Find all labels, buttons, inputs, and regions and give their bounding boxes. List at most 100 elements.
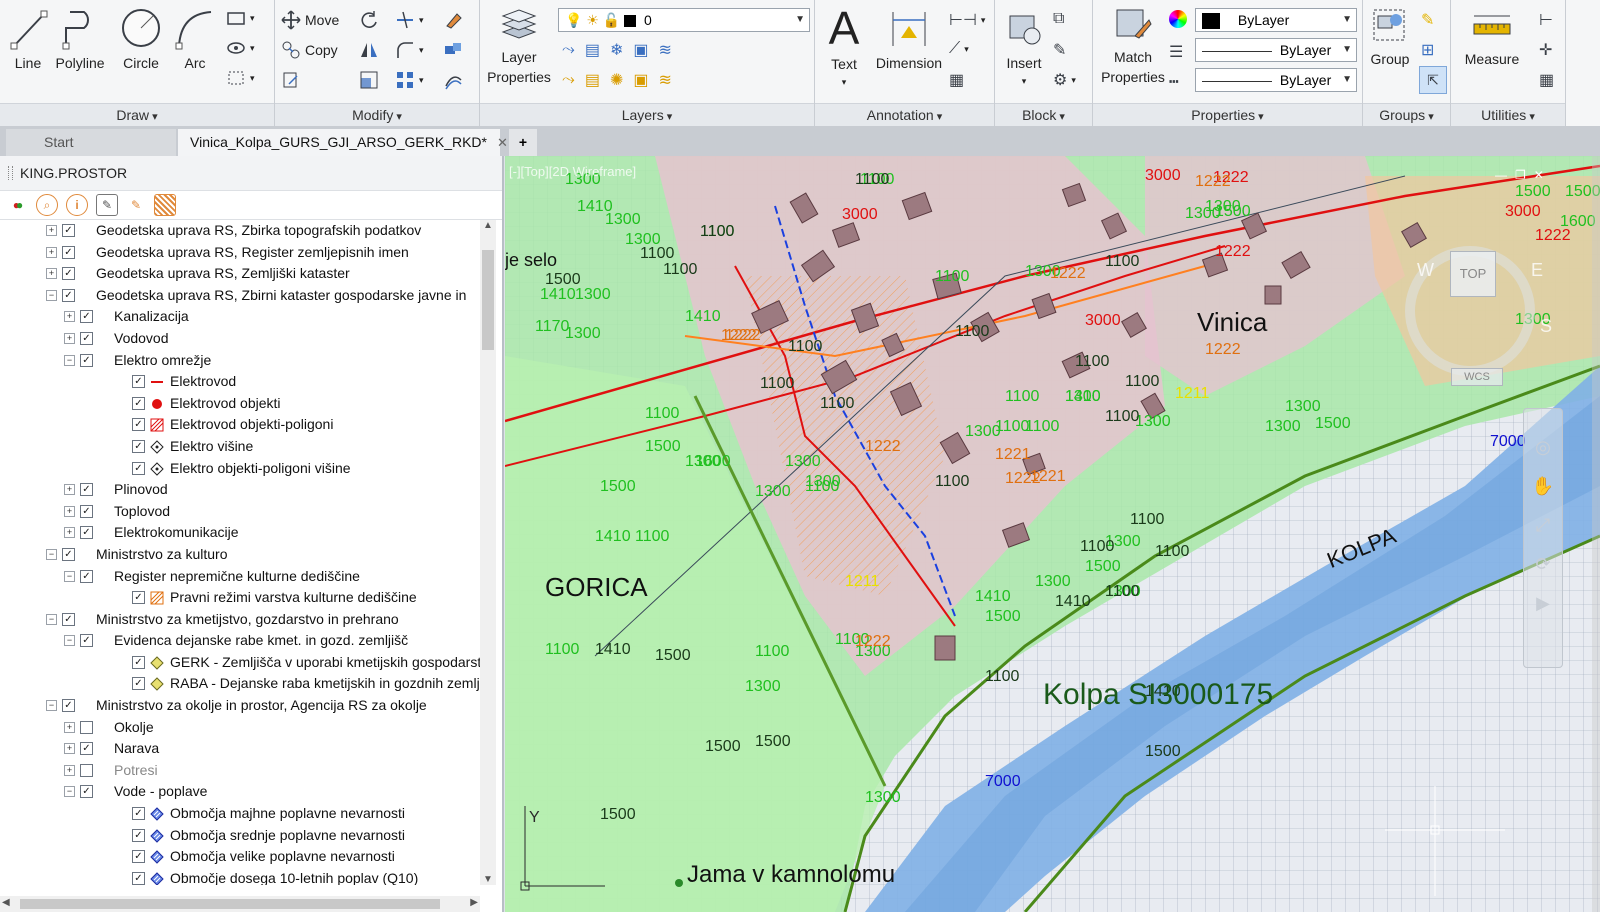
layer-checkbox[interactable]: ✓ — [132, 807, 145, 821]
utilities-panel-title[interactable]: Utilities — [1451, 103, 1565, 126]
steering-wheel-icon[interactable]: ◎ — [1535, 437, 1551, 458]
layer-checkbox[interactable]: ✓ — [132, 828, 145, 842]
layer-on-icon[interactable]: ⤳ — [562, 71, 575, 89]
layer-checkbox[interactable]: ✓ — [80, 504, 93, 518]
scroll-left-icon[interactable]: ◀ — [2, 897, 10, 908]
style-edit-icon[interactable]: ✎ — [126, 195, 146, 215]
viewcube-top-face[interactable]: TOP — [1450, 251, 1496, 297]
ungroup-button[interactable]: ✎ — [1421, 10, 1434, 30]
expand-icon[interactable]: + — [64, 743, 75, 755]
layer-checkbox[interactable]: ✓ — [62, 267, 75, 281]
group-edit-button[interactable]: ⊞ — [1421, 40, 1434, 60]
text-tool-button[interactable]: A Text ▾ — [821, 2, 867, 88]
circle-tool-button[interactable]: Circle — [116, 6, 166, 71]
layer-isolate-icon[interactable]: ▤ — [585, 40, 600, 60]
rectangle-tool-button[interactable]: ▾ — [226, 10, 255, 26]
layer-checkbox[interactable]: ✓ — [80, 310, 93, 324]
leader-button[interactable]: ⟋ ▾ — [949, 40, 969, 58]
pan-hand-icon[interactable]: ✋ — [1532, 476, 1554, 497]
tree-row[interactable]: − ✓ Evidenca dejanske rabe kmet. in gozd. … — [0, 630, 480, 652]
tree-row[interactable]: + ✓ Narava — [0, 738, 480, 760]
layer-checkbox[interactable]: ✓ — [132, 375, 145, 389]
linear-dim-button[interactable]: ⊢⊣ ▾ — [949, 10, 985, 30]
attribute-button[interactable]: ⚙ ▾ — [1053, 70, 1076, 90]
layer-checkbox[interactable] — [80, 720, 93, 734]
table-button[interactable]: ▦ — [949, 70, 964, 90]
layer-thaw-icon[interactable]: ✺ — [610, 70, 623, 90]
viewport-controls-label[interactable]: [-][Top][2D Wireframe] — [509, 164, 636, 179]
tree-row[interactable]: ✓ Območja srednje poplavne nevarnosti — [0, 825, 480, 847]
move-button[interactable]: Move — [281, 10, 339, 30]
fillet-button[interactable]: ▾ — [395, 40, 424, 60]
layer-checkbox[interactable]: ✓ — [80, 634, 93, 648]
layer-checkbox[interactable]: ✓ — [132, 591, 145, 605]
arc-tool-button[interactable]: Arc — [172, 6, 218, 71]
tree-row[interactable]: + ✓ Vodovod — [0, 328, 480, 350]
scale-button[interactable] — [359, 70, 379, 90]
tree-row[interactable]: − ✓ Ministrstvo za kulturo — [0, 544, 480, 566]
group-selection-button[interactable]: ⇱ — [1419, 66, 1447, 94]
expand-icon[interactable]: + — [64, 311, 75, 323]
layer-checkbox[interactable]: ✓ — [80, 483, 93, 497]
tree-row[interactable]: + ✓ Geodetska uprava RS, Register zemljepi… — [0, 242, 480, 264]
tree-row[interactable]: ✓ Elektrovod — [0, 371, 480, 393]
mirror-button[interactable] — [359, 40, 379, 60]
modify-panel-title[interactable]: Modify — [275, 103, 479, 126]
expand-icon[interactable]: + — [64, 332, 75, 344]
hatch-pattern-icon[interactable] — [154, 194, 176, 216]
scroll-right-icon[interactable]: ▶ — [470, 897, 478, 908]
edit-block-button[interactable]: ✎ — [1053, 40, 1066, 60]
layer-checkbox[interactable]: ✓ — [62, 288, 75, 302]
tree-row[interactable]: ✓ Elektro objekti-poligoni višine — [0, 458, 480, 480]
new-tab-button[interactable]: + — [509, 129, 537, 156]
linetype-dropdown[interactable]: ByLayer — [1195, 68, 1357, 92]
viewport-close-icon[interactable]: ✕ — [1534, 168, 1544, 182]
hatch-tool-button[interactable]: ▾ — [226, 40, 255, 56]
tree-row[interactable]: ✓ Območja majhne poplavne nevarnosti — [0, 803, 480, 825]
point-button[interactable]: ✛ — [1539, 40, 1552, 60]
viewcube[interactable]: TOP W E S — [1395, 236, 1552, 386]
expand-icon[interactable]: + — [46, 225, 57, 236]
layer-checkbox[interactable]: ✓ — [62, 245, 75, 259]
tree-row[interactable]: − ✓ Geodetska uprava RS, Zbirni kataster g… — [0, 285, 480, 307]
tree-row[interactable]: − ✓ Vode - poplave — [0, 781, 480, 803]
expand-icon[interactable]: + — [64, 505, 75, 517]
tree-row[interactable]: ✓ Območje dosega 10-letnih poplav (Q10) — [0, 868, 480, 885]
tree-row[interactable]: + ✓ Plinovod — [0, 479, 480, 501]
array-button[interactable]: ▾ — [395, 70, 424, 90]
tree-row[interactable]: ✓ RABA - Dejanske raba kmetijskih in gozd… — [0, 673, 480, 695]
viewport-vertical-scroll[interactable] — [1592, 156, 1600, 912]
dimension-tool-button[interactable]: Dimension — [871, 6, 947, 71]
expand-icon[interactable]: + — [46, 246, 57, 258]
tree-row[interactable]: ✓ Elektrovod objekti — [0, 393, 480, 415]
collapse-icon[interactable]: − — [64, 635, 75, 647]
layer-dropdown[interactable]: 💡 ☀ 🔓 0 — [558, 8, 810, 32]
tree-row[interactable]: + ✓ Elektrokomunikacije — [0, 522, 480, 544]
calculator-button[interactable]: ▦ — [1539, 70, 1554, 90]
stretch-button[interactable] — [281, 70, 301, 90]
layers-toggle-icon[interactable]: ● ● — [8, 195, 28, 215]
copy-button[interactable]: Copy — [281, 40, 338, 60]
layer-unisolate-icon[interactable]: ▤ — [585, 70, 600, 90]
hscroll-thumb[interactable] — [20, 899, 440, 909]
info-icon[interactable]: i — [66, 194, 88, 216]
layer-checkbox[interactable]: ✓ — [80, 526, 93, 540]
layer-checkbox[interactable]: ✓ — [132, 418, 145, 432]
tree-row[interactable]: − ✓ Ministrstvo za kmetijstvo, gozdarstvo … — [0, 609, 480, 631]
scroll-up-icon[interactable]: ▲ — [483, 220, 493, 231]
expand-icon[interactable]: + — [46, 268, 57, 280]
tab-start[interactable]: Start — [6, 129, 176, 156]
tree-row[interactable]: + ✓ Toplovod — [0, 501, 480, 523]
tree-row[interactable]: − ✓ Register nepremične kulturne dediščine — [0, 566, 480, 588]
layer-freeze-icon[interactable]: ❄ — [610, 40, 623, 60]
edit-layer-icon[interactable]: ✎ — [96, 194, 118, 216]
layer-lock-tool-icon[interactable]: ▣ — [633, 40, 648, 60]
tree-row[interactable]: ✓ Elektrovod objekti-poligoni — [0, 414, 480, 436]
collapse-icon[interactable]: − — [64, 354, 75, 366]
trim-button[interactable]: ▾ — [395, 10, 424, 30]
collapse-icon[interactable]: − — [46, 700, 57, 712]
layer-checkbox[interactable]: ✓ — [132, 655, 145, 669]
layer-off-icon[interactable]: ⤳ — [562, 41, 575, 59]
layer-checkbox[interactable]: ✓ — [132, 871, 145, 885]
distance-button[interactable]: ⊢ — [1539, 10, 1553, 30]
